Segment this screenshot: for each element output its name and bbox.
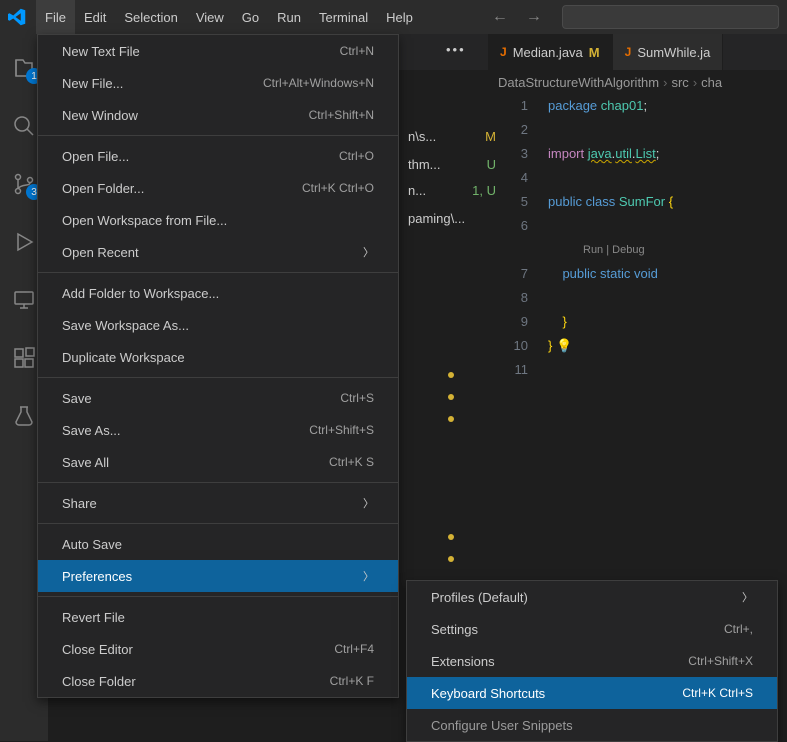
- tab-label: SumWhile.ja: [637, 45, 710, 60]
- minimap-markers: [448, 372, 454, 422]
- titlebar: File Edit Selection View Go Run Terminal…: [0, 0, 787, 34]
- menu-user-snippets[interactable]: Configure User Snippets: [407, 709, 777, 741]
- chevron-right-icon: 〉: [363, 568, 374, 584]
- menu-extensions[interactable]: ExtensionsCtrl+Shift+X: [407, 645, 777, 677]
- menu-separator: [38, 523, 398, 524]
- minimap-markers: [448, 534, 454, 562]
- open-editor-item-0[interactable]: n\s... M: [408, 124, 504, 148]
- open-editor-name: n\s...: [408, 129, 436, 144]
- menu-edit[interactable]: Edit: [75, 0, 115, 34]
- menu-save-as[interactable]: Save As...Ctrl+Shift+S: [38, 414, 398, 446]
- menu-preferences[interactable]: Preferences〉: [38, 560, 398, 592]
- menu-separator: [38, 135, 398, 136]
- menu-selection[interactable]: Selection: [115, 0, 186, 34]
- open-editor-name: thm...: [408, 157, 441, 172]
- more-actions-icon[interactable]: •••: [446, 42, 466, 57]
- breadcrumb-part: src: [671, 75, 688, 90]
- tab-median[interactable]: J Median.java M: [488, 34, 613, 70]
- breadcrumb-part: cha: [701, 75, 722, 90]
- chevron-right-icon: 〉: [363, 244, 374, 260]
- chevron-right-icon: 〉: [363, 495, 374, 511]
- open-editor-item-1[interactable]: thm... U: [408, 152, 504, 176]
- menu-save-all[interactable]: Save AllCtrl+K S: [38, 446, 398, 478]
- lightbulb-icon[interactable]: 💡: [556, 338, 572, 353]
- menu-close-folder[interactable]: Close FolderCtrl+K F: [38, 665, 398, 697]
- open-editor-status: M: [485, 129, 496, 144]
- menu-duplicate-workspace[interactable]: Duplicate Workspace: [38, 341, 398, 373]
- menu-new-file[interactable]: New File...Ctrl+Alt+Windows+N: [38, 67, 398, 99]
- command-center[interactable]: [562, 5, 779, 29]
- vscode-logo-icon: [8, 8, 26, 26]
- menu-open-folder[interactable]: Open Folder...Ctrl+K Ctrl+O: [38, 172, 398, 204]
- menu-go[interactable]: Go: [233, 0, 268, 34]
- nav-back-icon[interactable]: ←: [492, 8, 508, 26]
- menu-close-editor[interactable]: Close EditorCtrl+F4: [38, 633, 398, 665]
- open-editor-name: paming\...: [408, 211, 465, 226]
- menu-file[interactable]: File: [36, 0, 75, 34]
- menu-separator: [38, 596, 398, 597]
- menu-save-workspace-as[interactable]: Save Workspace As...: [38, 309, 398, 341]
- tab-sumwhile[interactable]: J SumWhile.ja: [613, 34, 724, 70]
- titlebar-nav: ← →: [492, 8, 542, 26]
- menu-open-workspace[interactable]: Open Workspace from File...: [38, 204, 398, 236]
- menu-open-file[interactable]: Open File...Ctrl+O: [38, 140, 398, 172]
- file-menu-dropdown: New Text FileCtrl+N New File...Ctrl+Alt+…: [37, 34, 399, 698]
- open-editor-status: U: [487, 157, 496, 172]
- breadcrumb-part: DataStructureWithAlgorithm: [498, 75, 659, 90]
- open-editor-name: n...: [408, 183, 426, 198]
- java-icon: J: [500, 45, 507, 59]
- menu-separator: [38, 377, 398, 378]
- nav-forward-icon[interactable]: →: [526, 8, 542, 26]
- menu-new-text-file[interactable]: New Text FileCtrl+N: [38, 35, 398, 67]
- open-editor-item-2[interactable]: n... 1, U: [408, 178, 504, 202]
- menu-new-window[interactable]: New WindowCtrl+Shift+N: [38, 99, 398, 131]
- tab-label: Median.java: [513, 45, 583, 60]
- menu-help[interactable]: Help: [377, 0, 422, 34]
- menu-share[interactable]: Share〉: [38, 487, 398, 519]
- menu-terminal[interactable]: Terminal: [310, 0, 377, 34]
- menu-save[interactable]: SaveCtrl+S: [38, 382, 398, 414]
- menu-auto-save[interactable]: Auto Save: [38, 528, 398, 560]
- preferences-submenu: Profiles (Default)〉 SettingsCtrl+, Exten…: [406, 580, 778, 742]
- menu-keyboard-shortcuts[interactable]: Keyboard ShortcutsCtrl+K Ctrl+S: [407, 677, 777, 709]
- menu-profiles[interactable]: Profiles (Default)〉: [407, 581, 777, 613]
- open-editor-status: 1, U: [472, 183, 496, 198]
- menu-separator: [38, 482, 398, 483]
- menubar: File Edit Selection View Go Run Terminal…: [36, 0, 422, 34]
- menu-open-recent[interactable]: Open Recent〉: [38, 236, 398, 268]
- menu-revert-file[interactable]: Revert File: [38, 601, 398, 633]
- menu-view[interactable]: View: [187, 0, 233, 34]
- open-editor-item-3[interactable]: paming\...: [408, 206, 504, 230]
- menu-add-folder[interactable]: Add Folder to Workspace...: [38, 277, 398, 309]
- modified-indicator: M: [589, 45, 600, 60]
- menu-run[interactable]: Run: [268, 0, 310, 34]
- chevron-right-icon: ›: [663, 75, 667, 90]
- menu-settings[interactable]: SettingsCtrl+,: [407, 613, 777, 645]
- java-icon: J: [625, 45, 632, 59]
- codelens[interactable]: Run | Debug: [548, 238, 787, 262]
- chevron-right-icon: ›: [693, 75, 697, 90]
- menu-separator: [38, 272, 398, 273]
- chevron-right-icon: 〉: [742, 589, 753, 605]
